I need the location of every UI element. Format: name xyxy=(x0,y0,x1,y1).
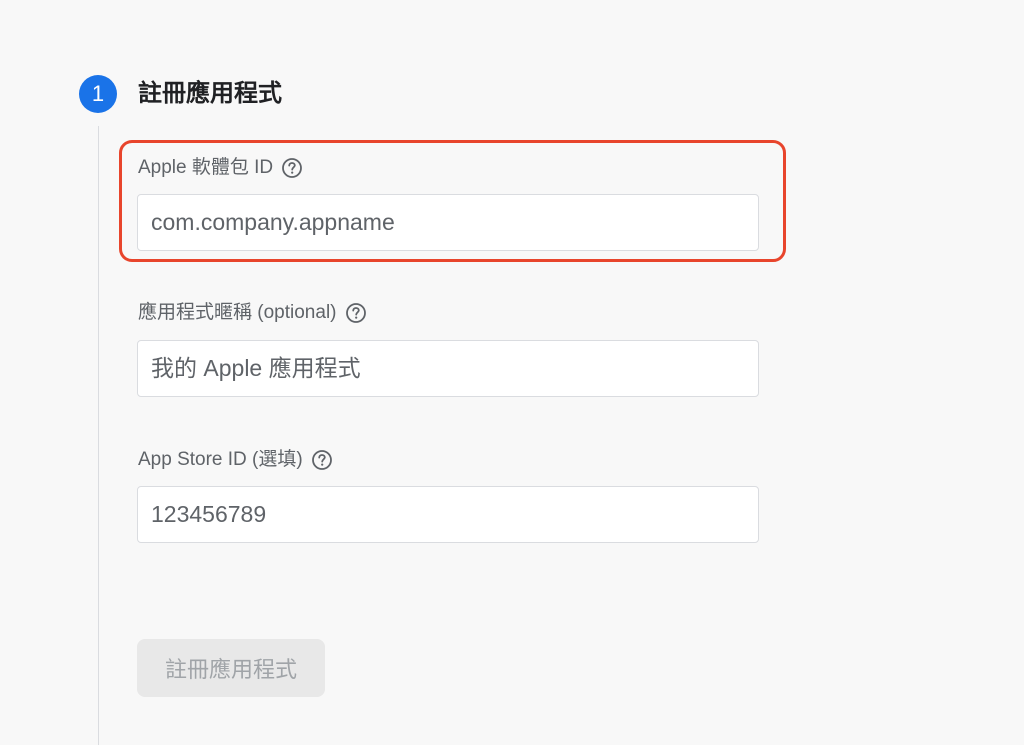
help-circle-icon[interactable] xyxy=(281,157,303,179)
app-store-id-label: App Store ID (選填) xyxy=(138,448,333,472)
register-app-page: 1 註冊應用程式 Apple 軟體包 ID 應用程式暱稱 (optional) … xyxy=(0,0,1024,745)
help-circle-icon[interactable] xyxy=(311,449,333,471)
bundle-id-input[interactable] xyxy=(137,194,759,251)
help-circle-icon[interactable] xyxy=(345,302,367,324)
step-number-badge: 1 xyxy=(79,75,117,113)
bundle-id-label: Apple 軟體包 ID xyxy=(138,156,303,180)
app-nickname-input[interactable] xyxy=(137,340,759,397)
bundle-id-label-text: Apple 軟體包 ID xyxy=(138,157,274,178)
step-title: 註冊應用程式 xyxy=(138,80,282,107)
app-nickname-label-text: 應用程式暱稱 (optional) xyxy=(138,302,337,323)
register-app-button[interactable]: 註冊應用程式 xyxy=(137,639,325,697)
step-connector-line xyxy=(98,126,99,745)
app-store-id-label-text: App Store ID (選填) xyxy=(138,449,303,470)
app-store-id-input[interactable] xyxy=(137,486,759,543)
app-nickname-label: 應用程式暱稱 (optional) xyxy=(138,301,367,325)
